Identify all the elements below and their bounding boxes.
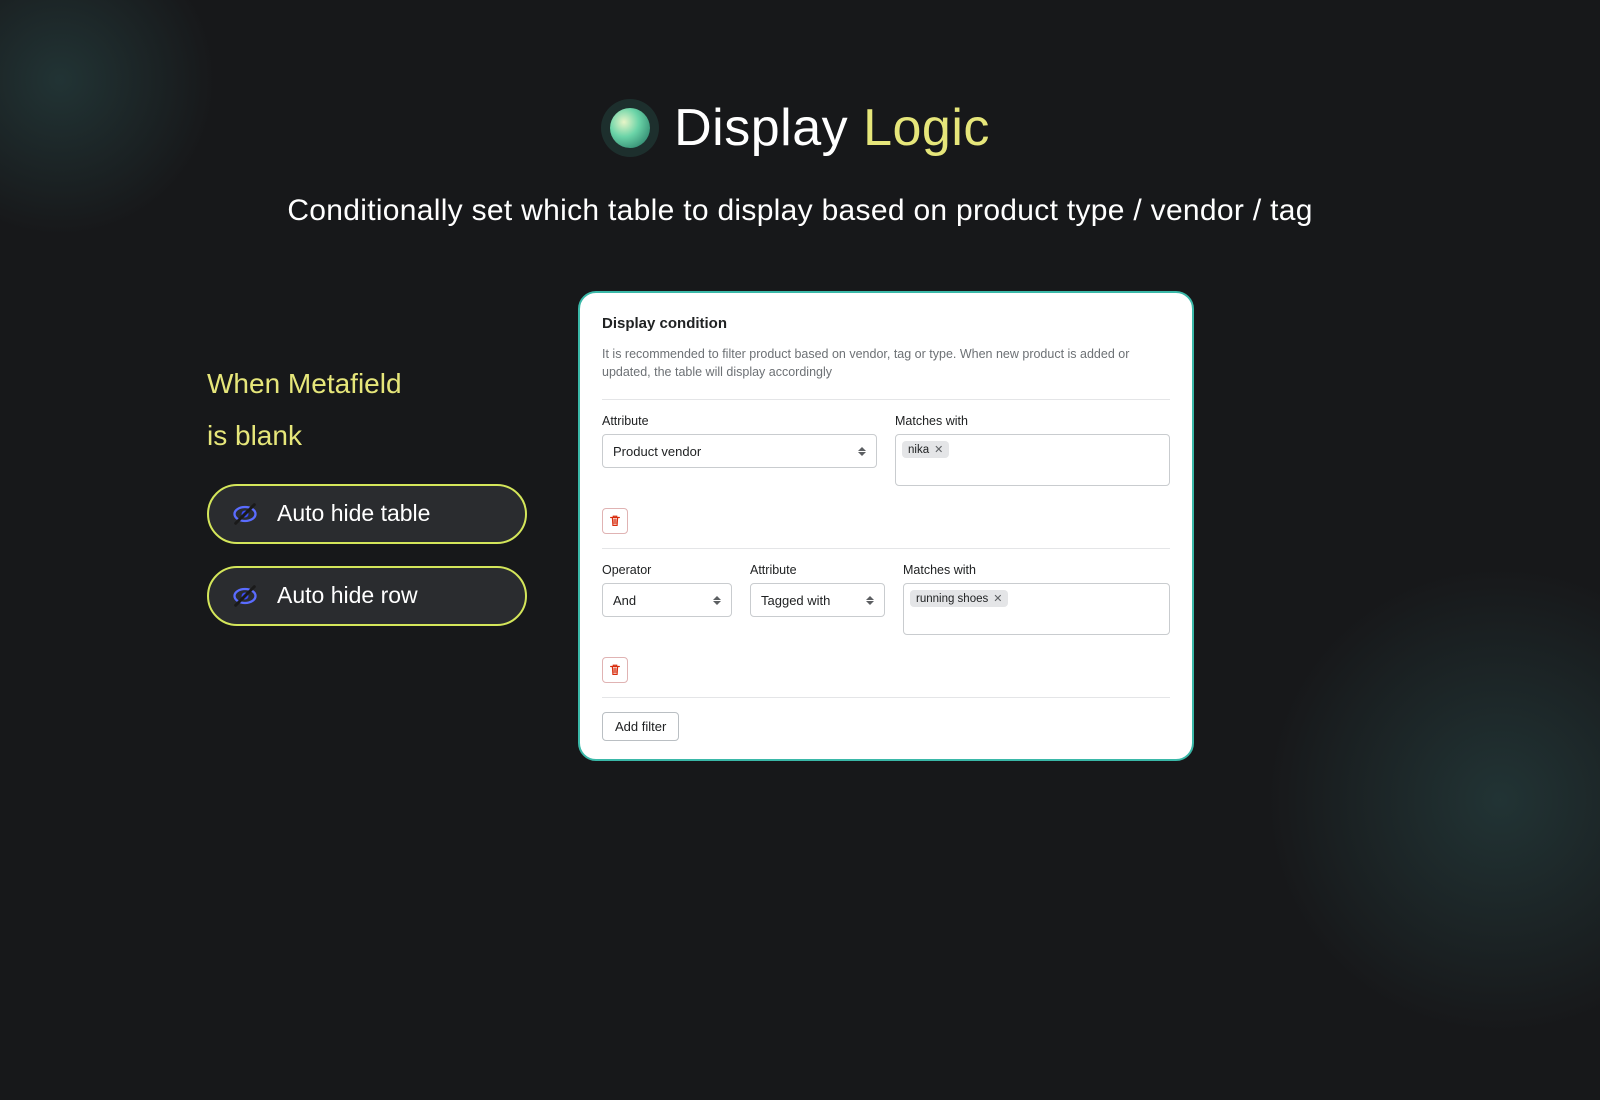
field-attribute: Attribute Tagged with [750, 563, 885, 635]
trash-icon [608, 663, 622, 677]
label-attribute: Attribute [750, 563, 885, 577]
pill-label: Auto hide table [277, 500, 430, 527]
tag-running-shoes: running shoes ✕ [910, 590, 1008, 607]
pill-label: Auto hide row [277, 582, 418, 609]
left-column: When Metafield is blank Auto hide table … [207, 358, 541, 626]
left-heading: When Metafield is blank [207, 358, 541, 462]
bg-gradient-bottom-right [1200, 500, 1600, 1100]
filter-row-1: Attribute Product vendor Matches with ni… [602, 399, 1170, 486]
title-word-logic: Logic [863, 99, 990, 157]
title-word-display: Display [674, 99, 848, 157]
tag-nika: nika ✕ [902, 441, 949, 458]
attribute-select[interactable]: Tagged with [750, 583, 885, 617]
delete-filter-button[interactable] [602, 508, 628, 534]
hero: Display Logic Conditionally set which ta… [0, 98, 1600, 233]
tag-text: nika [908, 444, 929, 456]
pill-auto-hide-row[interactable]: Auto hide row [207, 566, 527, 626]
eye-slash-icon [231, 500, 259, 528]
tag-remove-icon[interactable]: ✕ [993, 592, 1002, 605]
label-attribute: Attribute [602, 414, 877, 428]
orb-icon [610, 108, 650, 148]
panel-title: Display condition [602, 315, 1170, 332]
left-heading-line2: is blank [207, 410, 541, 462]
select-value: Product vendor [613, 444, 701, 459]
trash-icon [608, 514, 622, 528]
select-caret-icon [866, 596, 874, 605]
field-matches: Matches with running shoes ✕ [903, 563, 1170, 635]
select-caret-icon [858, 447, 866, 456]
label-matches: Matches with [903, 563, 1170, 577]
add-filter-row: Add filter [602, 697, 1170, 741]
display-condition-panel: Display condition It is recommended to f… [578, 291, 1194, 761]
select-value: Tagged with [761, 593, 830, 608]
field-matches: Matches with nika ✕ [895, 414, 1170, 486]
add-filter-button[interactable]: Add filter [602, 712, 679, 741]
title-row: Display Logic [0, 98, 1600, 158]
matches-tag-input[interactable]: running shoes ✕ [903, 583, 1170, 635]
select-value: And [613, 593, 636, 608]
page-title: Display Logic [674, 98, 990, 158]
filter-row-2: Operator And Attribute Tagged with Match… [602, 548, 1170, 635]
tag-text: running shoes [916, 593, 988, 605]
panel-description: It is recommended to filter product base… [602, 346, 1170, 399]
field-operator: Operator And [602, 563, 732, 635]
field-attribute: Attribute Product vendor [602, 414, 877, 486]
attribute-select[interactable]: Product vendor [602, 434, 877, 468]
select-caret-icon [713, 596, 721, 605]
tag-remove-icon[interactable]: ✕ [934, 443, 943, 456]
label-operator: Operator [602, 563, 732, 577]
label-matches: Matches with [895, 414, 1170, 428]
delete-filter-button[interactable] [602, 657, 628, 683]
eye-slash-icon [231, 582, 259, 610]
left-heading-line1: When Metafield [207, 358, 541, 410]
page-subtitle: Conditionally set which table to display… [0, 188, 1600, 233]
pill-auto-hide-table[interactable]: Auto hide table [207, 484, 527, 544]
matches-tag-input[interactable]: nika ✕ [895, 434, 1170, 486]
operator-select[interactable]: And [602, 583, 732, 617]
